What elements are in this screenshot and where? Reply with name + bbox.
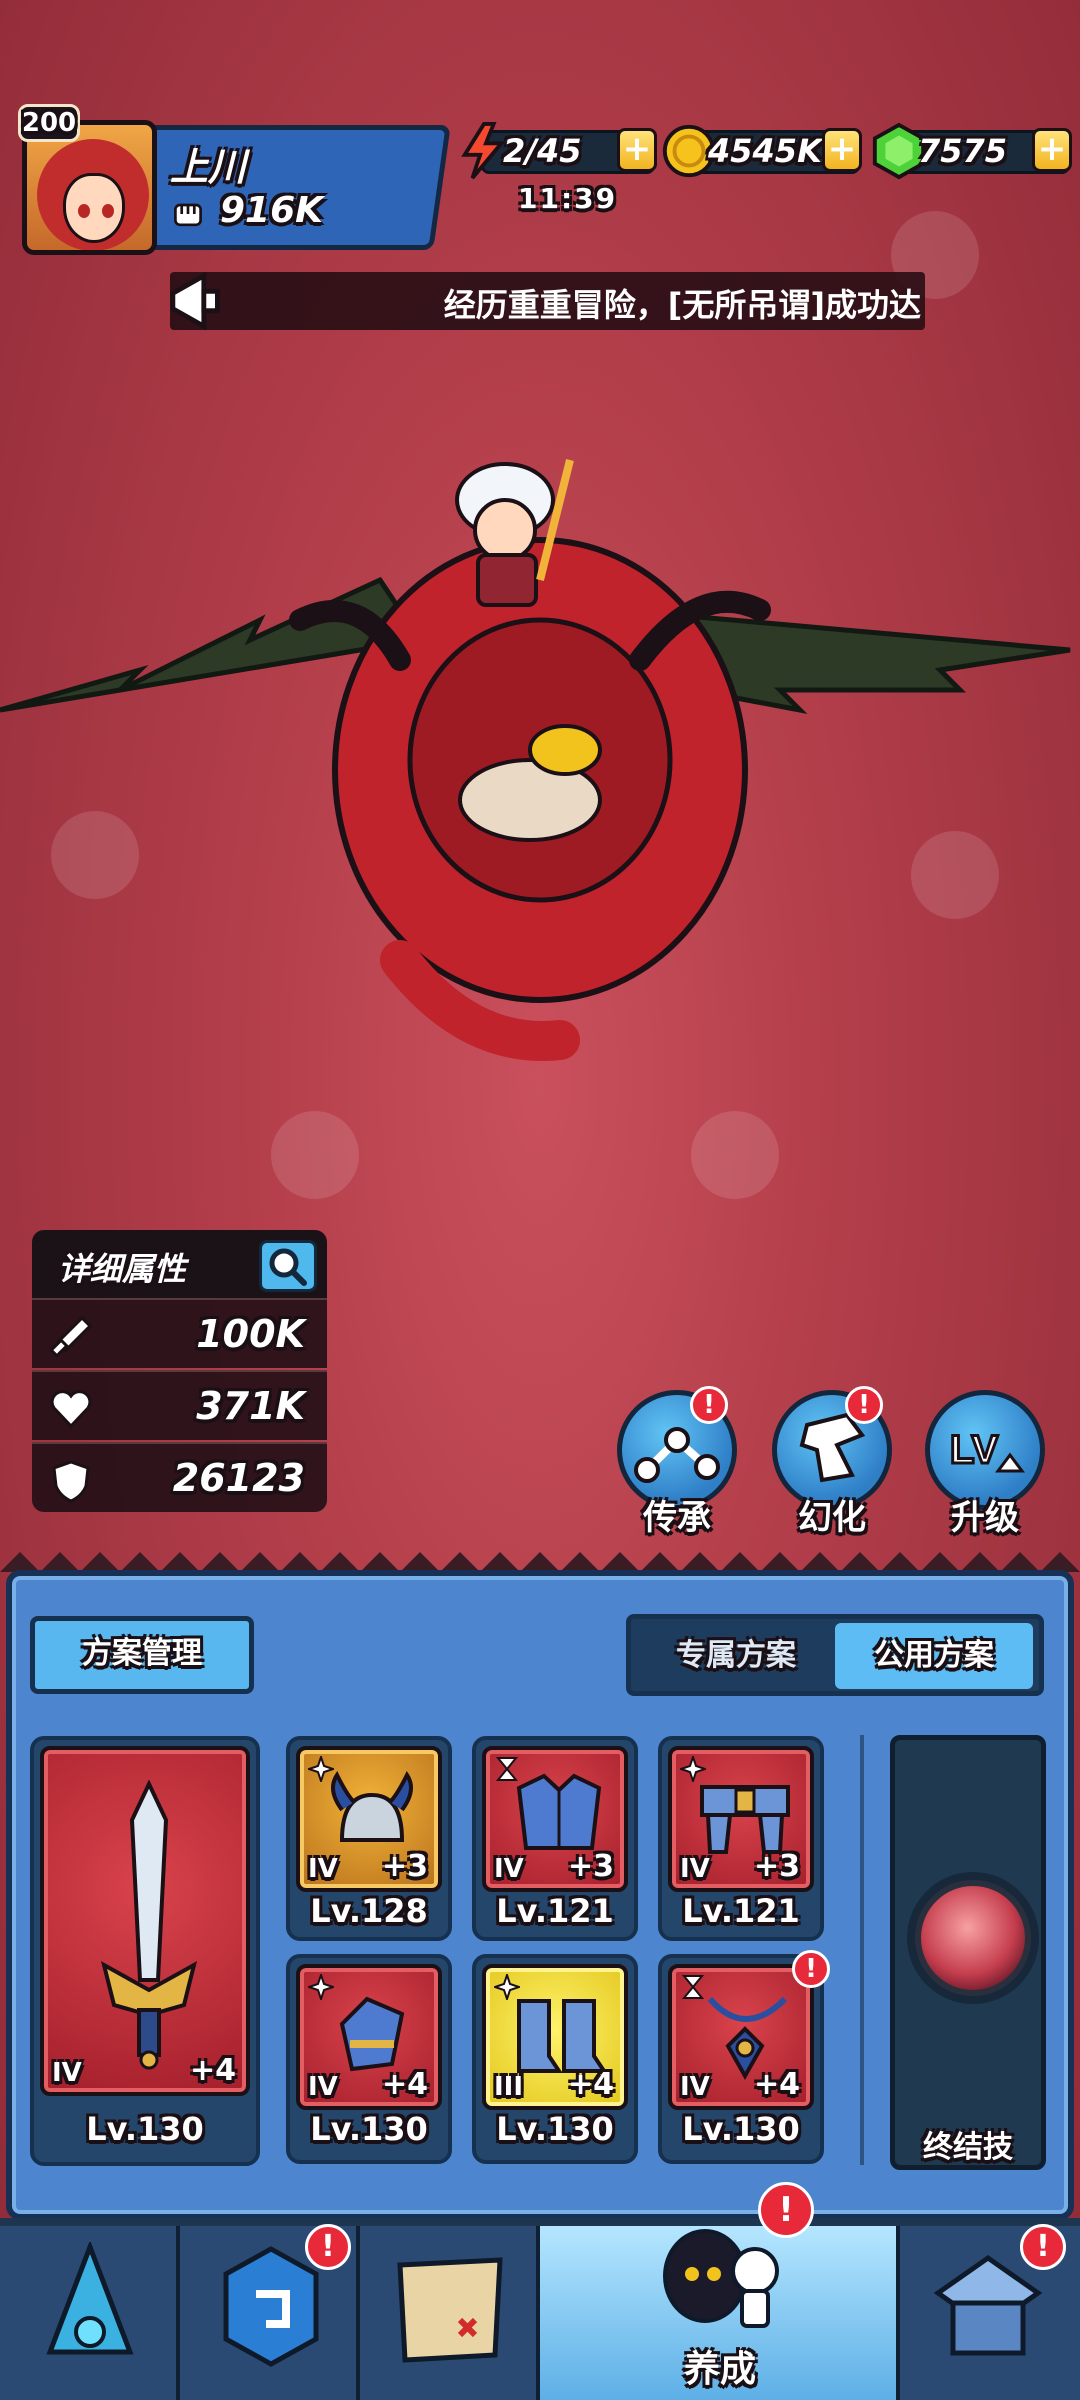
treasure-map-icon [397,2257,503,2363]
background-emblem [691,1111,779,1199]
attack-value: 100K [196,1312,305,1356]
transform-label: 幻化 [798,1498,866,1538]
nav-item-guild[interactable]: ! [900,2224,1080,2400]
ultimate-skill-label: 终结技 [923,2130,1013,2165]
nav-develop-alert-badge: ! [758,2182,814,2238]
magnifier-icon [269,1248,307,1286]
necklace-slot[interactable]: IV +4 ! Lv.130 [658,1950,830,2164]
stat-row-defense: 26123 [32,1442,327,1512]
nav-item-rune[interactable]: ! [180,2224,360,2400]
player-profile[interactable]: 200 上川 916K [18,104,451,255]
boots-tier: III [494,2072,524,2102]
boots-enhance: +4 [567,2067,614,2102]
boots-slot[interactable]: III +4 Lv.130 [472,1954,638,2164]
nav-develop-label: 养成 [683,2349,756,2390]
nav-item-map[interactable] [360,2226,540,2400]
detailed-stats-panel: 详细属性 100K 371K 26123 [32,1230,327,1528]
add-gems-button[interactable]: + [1032,128,1072,172]
plan-manage-button[interactable]: 方案管理 [30,1616,254,1694]
megaphone-icon [170,271,220,331]
belt-tier: IV [680,1854,710,1884]
gold-resource: 4545K + [660,124,862,178]
gem-value: 7575 [918,132,1008,170]
sword-item-icon [100,1780,198,2070]
nav-rune-alert-badge: ! [305,2224,351,2270]
tab-exclusive-plan[interactable]: 专属方案 [637,1623,835,1689]
fist-power-icon [174,203,202,227]
hp-value: 371K [196,1384,305,1428]
helmet-slot[interactable]: IV +3 Lv.128 [286,1736,452,1941]
necklace-level: Lv.130 [682,2110,800,2148]
background-emblem [271,1111,359,1199]
necklace-alert-badge: ! [792,1950,830,1988]
plan-tabs: 专属方案 公用方案 [626,1614,1044,1696]
weapon-slot[interactable]: IV +4 Lv.130 [30,1736,260,2166]
energy-resource: 2/45 + [455,122,657,180]
panel-edge-decoration [0,1552,1080,1572]
necklace-enhance: +4 [753,2067,800,2102]
hero-dragon-mount [0,459,1071,1061]
shield-icon [52,1460,90,1503]
armor-slot[interactable]: IV +3 Lv.121 [472,1736,638,1941]
gloves-tier: IV [308,2072,338,2102]
tab-public-plan[interactable]: 公用方案 [835,1623,1033,1689]
add-energy-button[interactable]: + [617,128,657,172]
armor-enhance: +3 [567,1849,614,1884]
helmet-enhance: +3 [381,1849,428,1884]
gloves-level: Lv.130 [310,2110,428,2148]
transform-alert-badge: ! [845,1386,883,1424]
crystal-spire-icon [46,2242,134,2355]
boots-level: Lv.130 [496,2110,614,2148]
gold-value: 4545K [708,132,822,170]
upgrade-label: 升级 [951,1498,1019,1538]
heart-icon [50,1390,92,1429]
panel-divider [860,1735,864,2165]
energy-value: 2/45 [503,132,582,170]
announcement-ticker[interactable]: 经历重重冒险，[无所吊谓]成功达 [170,272,925,330]
add-gold-button[interactable]: + [822,128,862,172]
helmet-level: Lv.128 [310,1892,428,1930]
gloves-enhance: +4 [381,2067,428,2102]
inherit-label: 传承 [643,1498,711,1538]
belt-level: Lv.121 [682,1892,800,1930]
defense-value: 26123 [172,1456,305,1500]
transform-button[interactable]: ! 幻化 [767,1386,897,1540]
inherit-button[interactable]: ! 传承 [612,1386,742,1540]
horned-helmet-icon [331,1771,413,1842]
player-power: 916K [220,190,324,231]
armor-tier: IV [494,1854,524,1884]
gloves-slot[interactable]: IV +4 Lv.130 [286,1954,452,2164]
level-up-icon: LV [949,1427,1025,1474]
ultimate-orb-icon [915,1880,1031,1996]
gem-resource: 7575 + [870,122,1072,180]
nav-guild-alert-badge: ! [1020,2224,1066,2270]
ultimate-skill-slot[interactable]: 终结技 [890,1735,1046,2170]
stats-title: 详细属性 [58,1250,187,1288]
weapon-enhance: +4 [189,2053,236,2088]
upgrade-button[interactable]: LV 升级 [920,1390,1050,1540]
player-level-badge: 200 [18,104,80,142]
energy-timer: 11:39 [518,182,618,215]
belt-slot[interactable]: IV +3 Lv.121 [658,1736,824,1941]
stats-details-button[interactable] [259,1240,317,1292]
nav-item-spire[interactable] [0,2226,180,2400]
svg-text:LV: LV [950,1428,998,1472]
player-name: 上川 [170,145,247,189]
weapon-level: Lv.130 [86,2110,204,2148]
belt-enhance: +3 [753,1849,800,1884]
hexagon-rune-icon [223,2246,319,2367]
announcement-text: 经历重重冒险，[无所吊谓]成功达 [443,286,921,324]
stat-row-attack: 100K [32,1298,327,1368]
sword-icon [49,1315,93,1358]
inherit-alert-badge: ! [690,1386,728,1424]
necklace-tier: IV [680,2072,710,2102]
stat-row-hp: 371K [32,1370,327,1440]
weapon-tier: IV [52,2058,82,2088]
helmet-tier: IV [308,1854,338,1884]
armor-level: Lv.121 [496,1892,614,1930]
